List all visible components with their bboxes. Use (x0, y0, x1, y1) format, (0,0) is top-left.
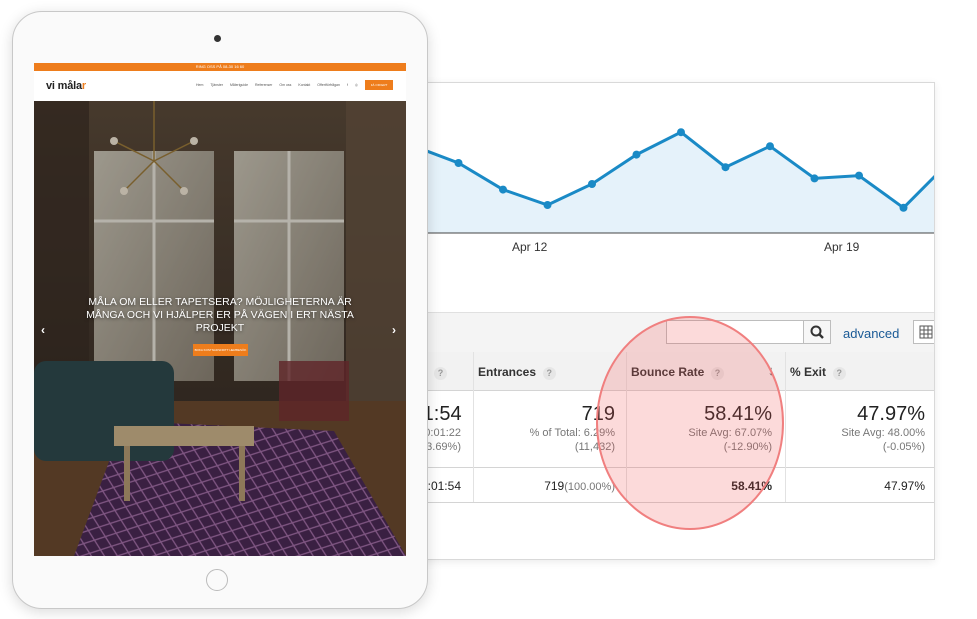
nav-item-tjanster[interactable]: Tjänster (210, 83, 223, 87)
site-navbar: vi målar Hem Tjänster Måleriguide Refere… (34, 71, 406, 101)
book-visit-button[interactable]: BOKA KOSTNADSFRITT HEMBESÖK (193, 344, 248, 356)
help-icon[interactable]: ? (832, 367, 846, 380)
slider-dots (212, 547, 227, 556)
hero-heading: MÅLA OM ELLER TAPETSERA? MÖJLIGHETERNA Ä… (86, 296, 354, 334)
entrances-percent: (100.00%) (564, 481, 615, 493)
entrances-value: 719 (581, 403, 615, 425)
data-point[interactable] (810, 174, 819, 183)
x-tick-label: Apr 12 (512, 240, 548, 254)
x-tick-label: Apr 19 (824, 240, 860, 254)
nav-item-hem[interactable]: Hem (196, 83, 203, 87)
instagram-icon[interactable]: ◎ (355, 83, 358, 87)
slider-prev-arrow[interactable]: ‹ (41, 323, 45, 337)
search-icon (810, 325, 824, 339)
slider-next-arrow[interactable]: › (392, 323, 396, 337)
nav-item-referenser[interactable]: Referenser (255, 83, 272, 87)
exit-cell: 47.97% (884, 479, 925, 493)
entrances-cell: 719(100.00%) (473, 479, 615, 493)
exit-diff: (-0.05%) (882, 441, 925, 453)
nav-menu: Hem Tjänster Måleriguide Referenser Om o… (196, 83, 374, 87)
top-announcement-bar: RING OSS PÅ 08-30 16 60 (34, 63, 406, 71)
data-point[interactable] (543, 201, 552, 209)
tablet-screen: RING OSS PÅ 08-30 16 60 vi målar Hem Tjä… (34, 63, 406, 556)
site-logo[interactable]: vi målar (46, 80, 86, 92)
exit-site-avg: Site Avg: 48.00% (841, 427, 925, 439)
home-button[interactable] (206, 569, 228, 591)
column-divider (473, 352, 474, 502)
tablet-device: RING OSS PÅ 08-30 16 60 vi målar Hem Tjä… (12, 11, 428, 609)
data-point[interactable] (499, 185, 507, 194)
nav-item-om-oss[interactable]: Om oss (279, 83, 291, 87)
grid-view-button[interactable] (913, 320, 934, 344)
help-icon[interactable]: ? (434, 367, 447, 380)
data-point[interactable] (766, 142, 774, 151)
data-point[interactable] (855, 171, 863, 180)
entrances-total: (11,432) (574, 441, 615, 453)
data-point[interactable] (677, 128, 685, 137)
facebook-icon[interactable]: f (347, 83, 348, 87)
camera-dot (214, 35, 221, 42)
entrances-percent-total: % of Total: 6.29% (529, 427, 615, 439)
exit-value: 47.97% (857, 403, 925, 425)
search-button[interactable] (803, 320, 831, 344)
column-header-label: Entrances (478, 365, 537, 379)
nav-item-maleriguide[interactable]: Måleriguide (230, 83, 248, 87)
nav-item-offert[interactable]: Offertförfrågan (317, 83, 340, 87)
data-point[interactable] (588, 180, 596, 188)
column-header-exit[interactable]: % Exit ? (785, 352, 934, 391)
data-point[interactable] (632, 150, 641, 159)
advanced-filter-link[interactable]: advanced (843, 326, 899, 341)
data-point[interactable] (899, 203, 908, 212)
data-point[interactable] (721, 163, 730, 172)
grid-icon (919, 325, 933, 339)
highlight-circle (596, 316, 784, 530)
sessions-line-chart (406, 128, 934, 234)
offer-button[interactable]: FÅ OFFERT (365, 80, 393, 90)
column-divider (785, 352, 786, 502)
data-point[interactable] (454, 159, 463, 167)
help-icon[interactable]: ? (542, 367, 556, 380)
hero-image: MÅLA OM ELLER TAPETSERA? MÖJLIGHETERNA Ä… (34, 101, 406, 556)
entrances-value: 719 (544, 479, 565, 493)
column-header-label: % Exit (790, 365, 827, 379)
nav-item-kontakt[interactable]: Kontakt (298, 83, 310, 87)
